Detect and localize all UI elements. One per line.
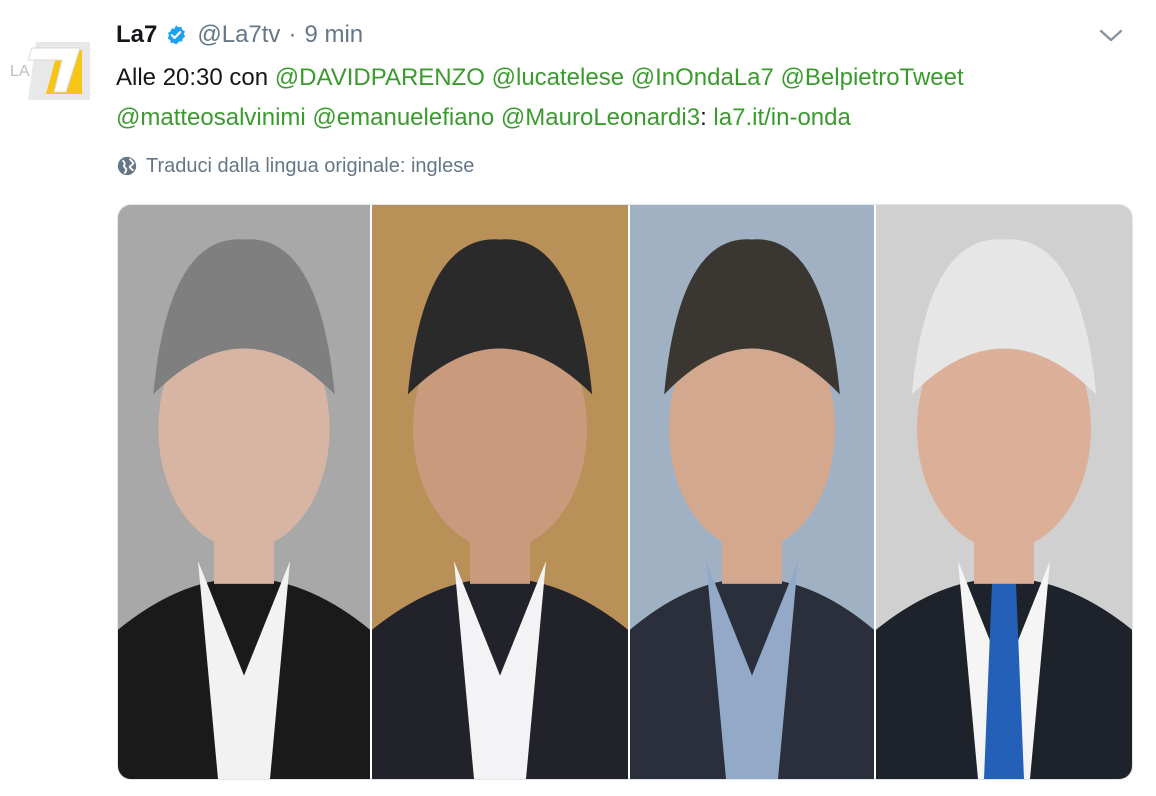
mention-mauroleonardi3[interactable]: @MauroLeonardi3 <box>501 104 700 131</box>
la7-logo-icon: LA <box>10 42 90 100</box>
tweet-media[interactable] <box>117 204 1133 780</box>
logo-text: LA <box>10 63 30 80</box>
mention-emanuelefiano[interactable]: @emanuelefiano <box>312 104 494 131</box>
author-name[interactable]: La7 <box>116 21 157 49</box>
photo-4[interactable] <box>876 205 1132 779</box>
mention-matteosalvinimi[interactable]: @matteosalvinimi <box>116 104 306 131</box>
tweet-text: Alle 20:30 con @DAVIDPARENZO @lucatelese… <box>116 58 1126 138</box>
translate-button[interactable]: Traduci dalla lingua originale: inglese <box>116 152 474 180</box>
top-strip <box>0 0 1156 6</box>
portrait-2 <box>372 205 628 779</box>
author-handle[interactable]: @La7tv <box>197 21 280 49</box>
mention-lucatelese[interactable]: @lucatelese <box>492 64 624 91</box>
photo-1[interactable] <box>118 205 370 779</box>
header-separator: · <box>288 21 297 48</box>
photo-3[interactable] <box>630 205 874 779</box>
translate-label: Traduci dalla lingua originale: inglese <box>146 154 475 177</box>
avatar[interactable]: LA <box>6 36 92 106</box>
mention-inondala7[interactable]: @InOndaLa7 <box>631 64 774 91</box>
verified-badge-icon <box>168 25 186 45</box>
tweet-header: La7 @La7tv · 9 min <box>116 20 363 50</box>
tweet-colon: : <box>700 104 707 131</box>
mention-davidparenzo[interactable]: @DAVIDPARENZO <box>275 64 485 91</box>
mention-belpietrotweet[interactable]: @BelpietroTweet <box>781 64 964 91</box>
portrait-3 <box>630 205 874 779</box>
tweet-link[interactable]: la7.it/in-onda <box>713 104 850 131</box>
portrait-1 <box>118 205 370 779</box>
chevron-down-icon[interactable] <box>1096 22 1126 48</box>
tweet-timestamp[interactable]: 9 min <box>304 21 363 49</box>
photo-2[interactable] <box>372 205 628 779</box>
globe-icon <box>117 156 137 176</box>
portrait-4 <box>876 205 1132 779</box>
tweet-text-prefix: Alle 20:30 con <box>116 64 275 91</box>
